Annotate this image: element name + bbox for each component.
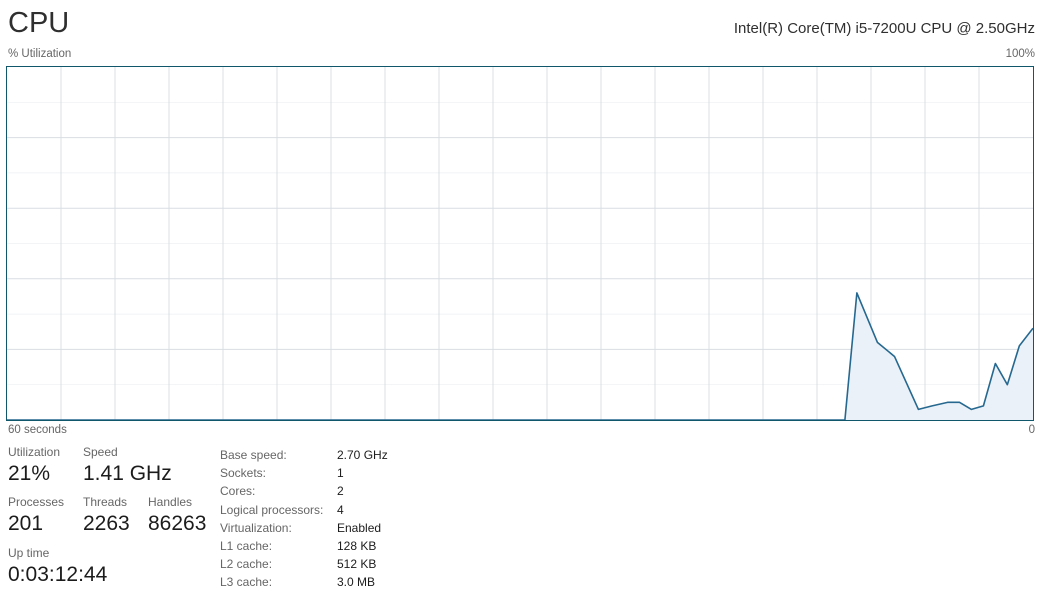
- stat-utilization: Utilization 21%: [8, 444, 60, 487]
- spec-key: L2 cache:: [220, 557, 273, 572]
- page-title: CPU: [8, 7, 70, 39]
- stat-handles-label: Handles: [148, 495, 193, 509]
- spec-value: 128 KB: [337, 538, 377, 553]
- stat-speed-value: 1.41 GHz: [83, 462, 172, 485]
- spec-key: Cores:: [220, 484, 256, 499]
- spec-row: Base speed: 2.70 GHz: [220, 446, 480, 464]
- spec-key: Base speed:: [220, 448, 287, 462]
- graph-plot: [7, 67, 1033, 420]
- stats-area: Utilization 21% Speed 1.41 GHz Processes…: [8, 444, 1036, 594]
- spec-row: L1 cache: 128 KB: [220, 537, 480, 555]
- spec-row: Virtualization: Enabled: [220, 519, 480, 537]
- header: CPU Intel(R) Core(TM) i5-7200U CPU @ 2.5…: [8, 4, 1036, 48]
- y-axis-label: % Utilization: [8, 48, 72, 60]
- cpu-performance-pane: CPU Intel(R) Core(TM) i5-7200U CPU @ 2.5…: [0, 0, 1044, 594]
- stat-processes-label: Processes: [8, 495, 65, 509]
- stat-processes-value: 201: [8, 512, 44, 535]
- x-axis-right-label: 0: [1028, 424, 1035, 436]
- cpu-specs-list: Base speed: 2.70 GHz Sockets: 1 Cores: 2 Logic…: [220, 446, 480, 592]
- spec-key: Virtualization:: [220, 520, 292, 535]
- stat-uptime-label: Up time: [8, 546, 50, 560]
- spec-row: Logical processors: 4: [220, 501, 480, 519]
- cpu-utilization-graph[interactable]: [6, 66, 1034, 421]
- stat-speed-label: Speed: [83, 445, 118, 459]
- spec-key: Sockets:: [220, 466, 267, 481]
- spec-value: 2: [337, 484, 344, 499]
- stat-processes: Processes 201: [8, 494, 64, 537]
- spec-key: L1 cache:: [220, 538, 273, 553]
- stat-uptime-value: 0:03:12:44: [8, 563, 108, 586]
- stat-utilization-value: 21%: [8, 462, 51, 485]
- spec-value: 1: [337, 466, 344, 481]
- stat-threads: Threads 2263: [83, 494, 130, 537]
- y-axis-max-label: 100%: [1005, 48, 1035, 60]
- stat-handles: Handles 86263: [148, 494, 206, 537]
- stat-utilization-label: Utilization: [8, 445, 61, 459]
- spec-row: L3 cache: 3.0 MB: [220, 573, 480, 591]
- stat-handles-value: 86263: [148, 512, 207, 535]
- spec-row: Cores: 2: [220, 482, 480, 500]
- spec-value: 4: [337, 502, 344, 517]
- spec-key: L3 cache:: [220, 575, 273, 590]
- stat-threads-value: 2263: [83, 512, 130, 535]
- x-axis-left-label: 60 seconds: [8, 424, 67, 436]
- utilization-area: [7, 292, 1033, 420]
- stat-speed: Speed 1.41 GHz: [83, 444, 172, 487]
- stat-threads-label: Threads: [83, 495, 128, 509]
- utilization-plot-svg: [7, 67, 1033, 420]
- spec-value: 512 KB: [337, 557, 377, 572]
- spec-key: Logical processors:: [220, 502, 324, 517]
- spec-value: 2.70 GHz: [337, 448, 388, 462]
- spec-row: Sockets: 1: [220, 464, 480, 482]
- cpu-model-label: Intel(R) Core(TM) i5-7200U CPU @ 2.50GHz: [733, 20, 1035, 37]
- spec-value: 3.0 MB: [337, 575, 376, 590]
- spec-row: L2 cache: 512 KB: [220, 555, 480, 573]
- stat-uptime: Up time 0:03:12:44: [8, 545, 107, 588]
- spec-value: Enabled: [337, 520, 382, 535]
